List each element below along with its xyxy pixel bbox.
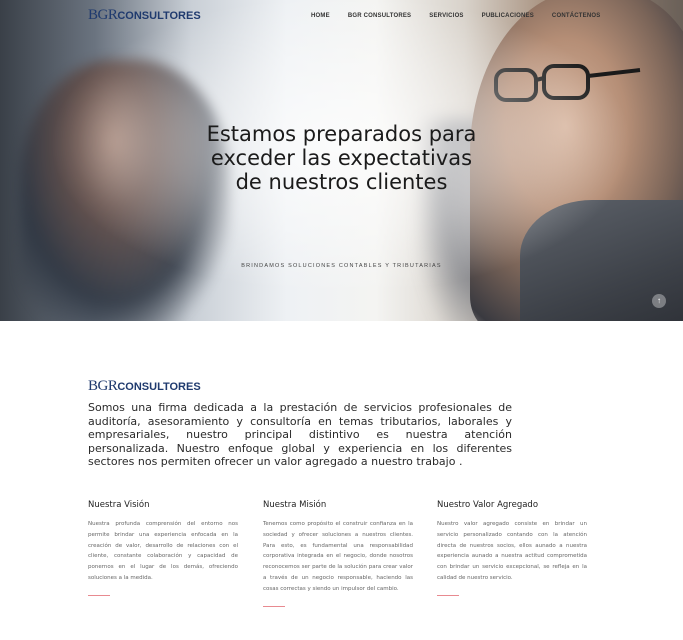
hero-banner: BGR CONSULTORES HOME BGR CONSULTORES SER… xyxy=(0,0,683,321)
nav-link-bgr-consultores[interactable]: BGR CONSULTORES xyxy=(348,13,411,19)
vision-column: Nuestra Visión Nuestra profunda comprens… xyxy=(88,500,238,596)
nav-link-servicios[interactable]: SERVICIOS xyxy=(429,13,463,19)
vision-text: Nuestra profunda comprensión del entorno… xyxy=(88,521,238,581)
valor-agregado-title: Nuestro Valor Agregado xyxy=(437,500,539,510)
mision-column: Nuestra Misión Tenemos como propósito el… xyxy=(263,500,413,607)
valor-agregado-column: Nuestro Valor Agregado Nuestro valor agr… xyxy=(437,500,587,596)
mision-divider xyxy=(263,605,285,607)
valor-agregado-text: Nuestro valor agregado consiste en brind… xyxy=(437,521,587,581)
logo-mark: BGR xyxy=(88,7,118,23)
nav-link-home[interactable]: HOME xyxy=(311,13,330,19)
about-logo-text: CONSULTORES xyxy=(117,381,201,393)
hero-title: Estamos preparados para exceder las expe… xyxy=(206,122,477,194)
scroll-top-icon[interactable]: ↑ xyxy=(652,294,666,308)
nav-link-contactenos[interactable]: CONTÁCTENOS xyxy=(552,13,601,19)
mision-title: Nuestra Misión xyxy=(263,500,327,510)
site-logo[interactable]: BGR CONSULTORES xyxy=(88,7,201,24)
top-navigation: BGR CONSULTORES HOME BGR CONSULTORES SER… xyxy=(0,0,683,34)
valor-agregado-divider xyxy=(437,594,459,596)
logo-text: CONSULTORES xyxy=(117,10,201,22)
about-description: Somos una firma dedicada a la prestación… xyxy=(88,401,512,468)
about-logo-mark: BGR xyxy=(88,378,118,394)
about-logo: BGR CONSULTORES xyxy=(88,378,201,395)
nav-links: HOME BGR CONSULTORES SERVICIOS PUBLICACI… xyxy=(311,13,618,19)
hero-subtitle: BRINDAMOS SOLUCIONES CONTABLES Y TRIBUTA… xyxy=(241,263,442,269)
mision-text: Tenemos como propósito el construir conf… xyxy=(263,521,413,592)
vision-title: Nuestra Visión xyxy=(88,500,150,510)
vision-divider xyxy=(88,594,110,596)
nav-link-publicaciones[interactable]: PUBLICACIONES xyxy=(482,13,534,19)
